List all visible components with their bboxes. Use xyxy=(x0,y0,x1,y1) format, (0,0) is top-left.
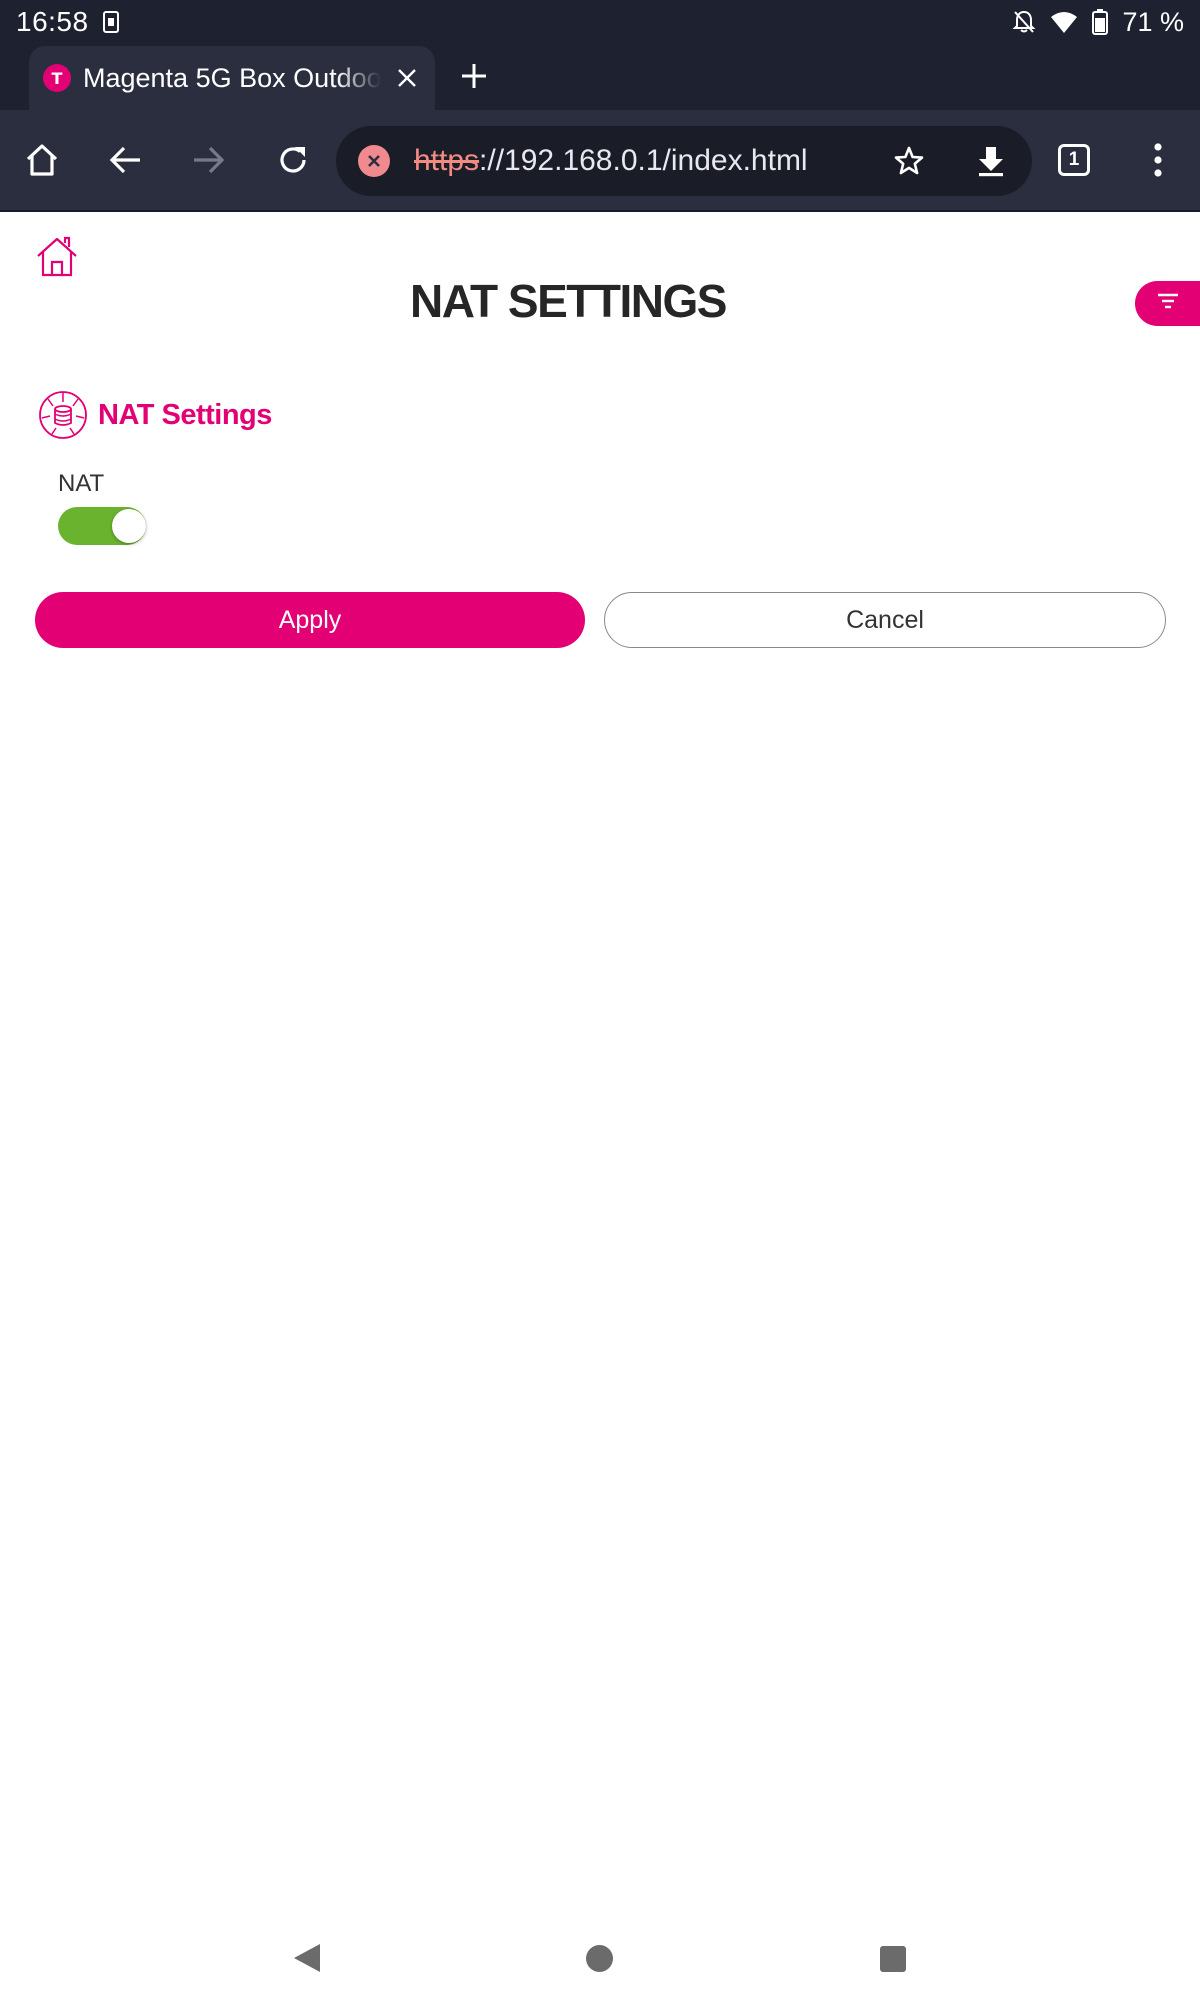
tab-count: 1 xyxy=(1058,144,1090,176)
tab-strip: T Magenta 5G Box Outdoor xyxy=(0,44,1200,110)
close-tab-icon[interactable] xyxy=(393,64,421,92)
notifications-off-icon xyxy=(1012,9,1036,35)
nat-label: NAT xyxy=(58,470,105,497)
toggle-knob xyxy=(112,509,146,543)
globe-network-icon xyxy=(38,390,88,440)
address-bar[interactable]: https://192.168.0.1/index.html xyxy=(336,126,1032,196)
toolbar-divider xyxy=(0,210,1200,212)
telekom-favicon-icon: T xyxy=(43,64,71,92)
reload-icon[interactable] xyxy=(268,135,318,185)
tab-switcher-button[interactable]: 1 xyxy=(1049,135,1099,185)
new-tab-button[interactable] xyxy=(456,58,492,94)
system-recents-icon[interactable] xyxy=(880,1946,906,1972)
sim-icon xyxy=(102,11,119,33)
home-icon[interactable] xyxy=(17,135,67,185)
browser-toolbar: https://192.168.0.1/index.html 1 xyxy=(0,110,1200,210)
status-time: 16:58 xyxy=(16,6,89,37)
system-back-icon[interactable] xyxy=(290,1940,326,1976)
battery-icon xyxy=(1092,9,1109,35)
url-text[interactable]: https://192.168.0.1/index.html xyxy=(414,144,850,178)
tab-title: Magenta 5G Box Outdoor xyxy=(83,62,381,93)
browser-tab[interactable]: T Magenta 5G Box Outdoor xyxy=(29,46,435,110)
section-header: NAT Settings xyxy=(38,390,272,440)
nat-toggle[interactable] xyxy=(58,507,146,545)
not-secure-icon[interactable] xyxy=(358,145,390,177)
status-bar: 16:58 71 % xyxy=(0,0,1200,44)
wifi-icon xyxy=(1050,10,1078,34)
apply-button[interactable]: Apply xyxy=(35,592,585,648)
battery-percentage: 71 % xyxy=(1122,6,1184,37)
system-home-icon[interactable] xyxy=(586,1945,613,1972)
more-options-icon[interactable] xyxy=(1133,135,1183,185)
filter-lines-icon xyxy=(1157,293,1179,314)
download-icon[interactable] xyxy=(966,136,1016,186)
bookmark-star-icon[interactable] xyxy=(884,136,934,186)
cancel-button[interactable]: Cancel xyxy=(604,592,1166,648)
page-title: NAT SETTINGS xyxy=(410,275,727,327)
section-title: NAT Settings xyxy=(98,398,272,431)
back-arrow-icon[interactable] xyxy=(100,135,150,185)
forward-arrow-icon[interactable] xyxy=(184,135,234,185)
menu-toggle-button[interactable] xyxy=(1135,281,1200,326)
